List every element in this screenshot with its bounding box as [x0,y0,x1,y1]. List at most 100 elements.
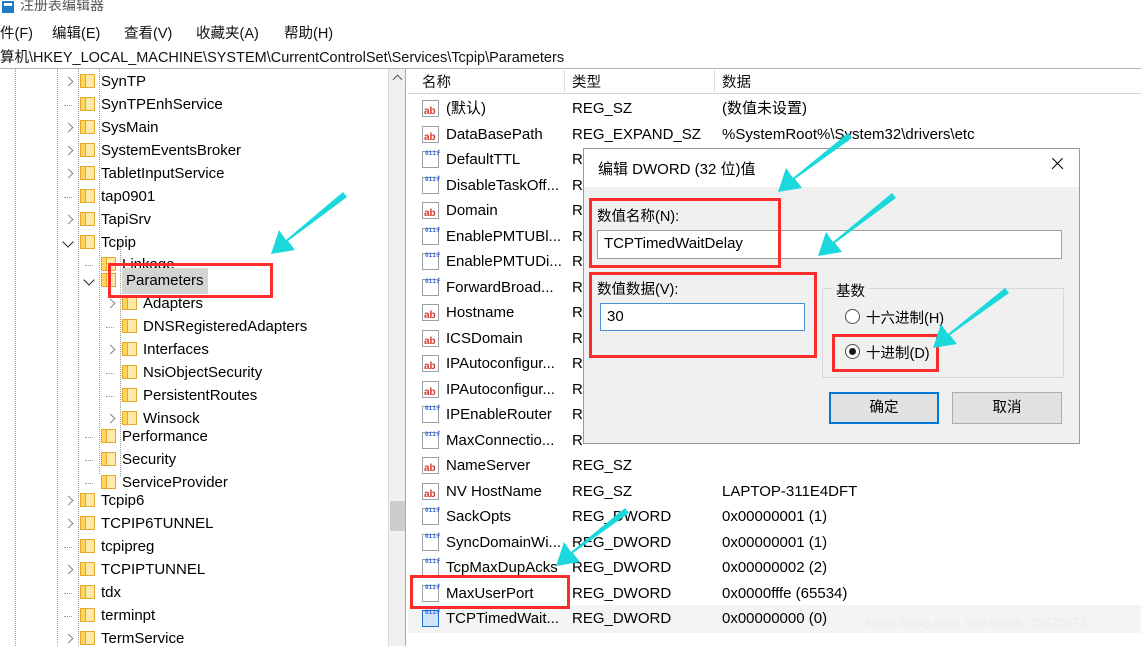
value-name-cell: Domain [446,202,498,219]
folder-icon [80,97,95,111]
value-name-cell: IPAutoconfigur... [446,355,555,372]
column-divider[interactable] [714,70,715,92]
base-group-legend: 基数 [832,280,869,301]
window-title-bar: 注册表编辑器 [0,0,1141,16]
value-name-cell: ForwardBroad... [446,278,554,296]
value-name-cell: DisableTaskOff... [446,176,560,194]
dword-value-icon [422,150,441,168]
radio-decimal-label[interactable]: 十进制(D) [866,342,930,363]
tree-leaf-line [106,396,114,397]
column-divider[interactable] [564,70,565,92]
value-type-cell: R [572,304,583,321]
table-row[interactable]: NameServer REG_SZ [408,452,1141,483]
string-value-icon [422,200,439,228]
folder-icon [122,296,137,310]
watermark-text: https://blog.csdn.net/weixin_45620373 [866,615,1088,630]
chevron-right-icon[interactable] [62,626,76,646]
radio-hexadecimal[interactable] [845,309,860,324]
value-name-cell: NameServer [446,457,531,474]
dword-value-icon [422,176,441,194]
folder-icon [80,562,95,576]
value-type-cell: R [572,202,583,219]
menu-item-file[interactable]: 件(F) [0,20,37,45]
column-header-data[interactable]: 数据 [722,71,751,92]
table-row[interactable]: MaxUserPort REG_DWORD 0x0000fffe (65534) [408,580,1141,608]
table-row[interactable]: (默认) REG_SZ (数值未设置) [408,95,1141,126]
tree-leaf-line [106,373,114,374]
folder-icon [101,429,116,443]
folder-icon [122,342,137,356]
value-type-cell: REG_SZ [572,457,633,474]
address-bar[interactable]: 算机\HKEY_LOCAL_MACHINE\SYSTEM\CurrentCont… [0,44,1141,69]
value-type-cell: REG_DWORD [572,610,672,627]
value-data-cell: LAPTOP-311E4DFT [722,482,858,500]
close-icon[interactable] [1034,149,1079,179]
value-type-cell: REG_DWORD [572,533,672,551]
registry-icon [2,1,14,13]
menu-item-help[interactable]: 帮助(H) [280,20,337,45]
string-value-icon [422,353,439,381]
column-header-name[interactable]: 名称 [422,71,451,92]
string-value-icon [422,124,439,152]
folder-icon [122,365,137,379]
value-type-cell: REG_DWORD [572,584,672,602]
table-row[interactable]: SackOpts REG_DWORD 0x00000001 (1) [408,503,1141,531]
value-name-cell: MaxConnectio... [446,431,555,449]
table-row[interactable]: DataBasePath REG_EXPAND_SZ %SystemRoot%\Sy… [408,121,1141,152]
dword-value-icon [422,533,441,551]
column-header-type[interactable]: 类型 [572,71,601,92]
tree-leaf-line [64,593,72,594]
value-type-cell: R [572,176,583,194]
folder-icon [80,493,95,507]
registry-tree-pane[interactable]: SynTP SynTPEnhService SysMain SystemEventsB… [0,69,388,646]
scrollbar-thumb[interactable] [390,501,405,531]
table-row[interactable]: TcpMaxDupAcks REG_DWORD 0x00000002 (2) [408,554,1141,582]
value-type-cell: R [572,278,583,296]
value-name-input[interactable]: TCPTimedWaitDelay [597,230,1062,259]
value-data-input[interactable]: 30 [600,303,805,331]
cancel-button[interactable]: 取消 [952,392,1062,424]
tree-item-termservice[interactable]: TermService [0,626,388,646]
table-row[interactable]: SyncDomainWi... REG_DWORD 0x00000001 (1) [408,529,1141,557]
scroll-up-arrow-icon[interactable] [389,69,406,86]
value-type-cell: REG_SZ [572,482,633,500]
menu-item-view[interactable]: 查看(V) [120,20,176,45]
folder-icon [101,475,116,489]
value-data-label: 数值数据(V): [597,282,679,298]
folder-icon [80,235,95,249]
menu-bar: 件(F) 编辑(E) 查看(V) 收藏夹(A) 帮助(H) [0,18,1141,44]
value-name-cell: IPAutoconfigur... [446,380,555,398]
value-name-cell: NV HostName [446,482,542,500]
folder-icon [80,143,95,157]
folder-icon [80,189,95,203]
folder-icon [80,539,95,553]
value-data-cell: (数值未设置) [722,100,807,117]
string-value-icon [422,481,439,509]
tree-vertical-scrollbar[interactable] [388,69,406,646]
ok-button[interactable]: 确定 [829,392,939,424]
radio-decimal[interactable] [845,344,860,359]
folder-icon [101,273,116,287]
dword-value-icon [422,609,441,627]
tree-leaf-line [64,197,72,198]
value-name-cell: ICSDomain [446,329,523,347]
folder-icon [80,608,95,622]
folder-icon [101,452,116,466]
folder-icon [80,631,95,645]
menu-item-edit[interactable]: 编辑(E) [48,20,104,45]
tree-leaf-line [85,265,93,266]
dialog-title: 编辑 DWORD (32 位)值 [598,161,756,178]
tree-leaf-line [106,327,114,328]
table-row[interactable]: NV HostName REG_SZ LAPTOP-311E4DFT [408,478,1141,509]
value-name-cell: SyncDomainWi... [446,533,562,551]
tree-item-label: TermService [101,630,185,646]
dword-value-icon [422,227,441,245]
folder-icon [80,212,95,226]
list-column-headers: 名称 类型 数据 [408,69,1141,94]
folder-icon [80,516,95,530]
menu-item-favorites[interactable]: 收藏夹(A) [192,20,263,45]
value-data-cell: 0x00000000 (0) [722,610,828,627]
value-name-label: 数值名称(N): [597,209,680,225]
radio-hexadecimal-label[interactable]: 十六进制(H) [866,307,944,328]
value-name-cell: DataBasePath [446,125,543,143]
